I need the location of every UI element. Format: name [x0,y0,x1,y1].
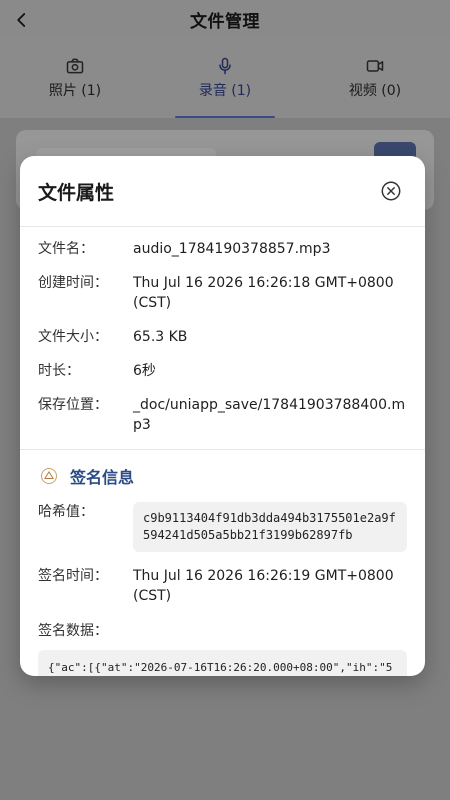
sign-time-row: 签名时间： Thu Jul 16 2026 16:26:19 GMT+0800 … [38,566,407,606]
signature-section-title: 签名信息 [38,464,407,488]
created-time-row: 创建时间： Thu Jul 16 2026 16:26:18 GMT+0800 … [38,273,407,313]
file-properties-modal: 文件属性 文件名： audio_1784190378857.mp3 创建时间： … [20,156,425,676]
duration-label: 时长： [38,363,80,379]
file-name-value: audio_1784190378857.mp3 [133,241,331,257]
top-bar: 文件管理 [0,0,450,38]
tab-photos[interactable]: 照片 (1) [0,38,150,118]
modal-title: 文件属性 [38,181,115,204]
file-name-row: 文件名： audio_1784190378857.mp3 [38,239,407,259]
signature-seal-icon [38,465,60,487]
duration-value: 6秒 [133,363,156,379]
sign-time-label: 签名时间： [38,568,108,584]
save-location-label: 保存位置： [38,397,108,413]
modal-header: 文件属性 [20,156,425,227]
file-size-row: 文件大小： 65.3 KB [38,327,407,347]
hash-value: c9b9113404f91db3dda494b3175501e2a9f59424… [133,502,407,552]
file-size-label: 文件大小： [38,329,108,345]
signature-section-label: 签名信息 [70,468,135,487]
active-tab-indicator [175,116,275,118]
file-manager-screen: 文件管理 照片 (1) 录音 (1) 视频 (0) 文件属性 文件名： audi… [0,0,450,800]
sign-time-value: Thu Jul 16 2026 16:26:19 GMT+0800 (CST) [133,568,394,604]
section-divider [20,449,425,450]
tab-audio-label: 录音 (1) [198,83,252,99]
save-location-row: 保存位置： _doc/uniapp_save/17841903788400.mp… [38,395,407,435]
file-type-tabs: 照片 (1) 录音 (1) 视频 (0) [0,38,450,118]
file-size-value: 65.3 KB [133,329,188,345]
created-time-label: 创建时间： [38,275,108,291]
modal-body: 文件名： audio_1784190378857.mp3 创建时间： Thu J… [20,227,425,676]
close-button[interactable] [379,179,403,203]
sign-data-label: 签名数据： [38,623,108,639]
tab-videos[interactable]: 视频 (0) [300,38,450,118]
tab-audio[interactable]: 录音 (1) [150,38,300,118]
sign-data-value: {"ac":[{"at":"2026-07-16T16:26:20.000+08… [38,650,407,676]
duration-row: 时长： 6秒 [38,361,407,381]
created-time-value: Thu Jul 16 2026 16:26:18 GMT+0800 (CST) [133,275,394,311]
microphone-icon [215,56,235,76]
page-title: 文件管理 [190,11,260,32]
save-location-value: _doc/uniapp_save/17841903788400.mp3 [133,397,406,433]
video-icon [365,56,385,76]
hash-label: 哈希值： [38,504,94,520]
file-name-label: 文件名： [38,241,94,257]
tab-videos-label: 视频 (0) [348,83,402,99]
tab-photos-label: 照片 (1) [48,83,102,99]
back-button[interactable] [8,6,36,34]
hash-row: 哈希值： c9b9113404f91db3dda494b3175501e2a9f… [38,502,407,552]
camera-icon [65,56,85,76]
close-icon [381,181,401,201]
back-arrow-icon [17,13,26,27]
